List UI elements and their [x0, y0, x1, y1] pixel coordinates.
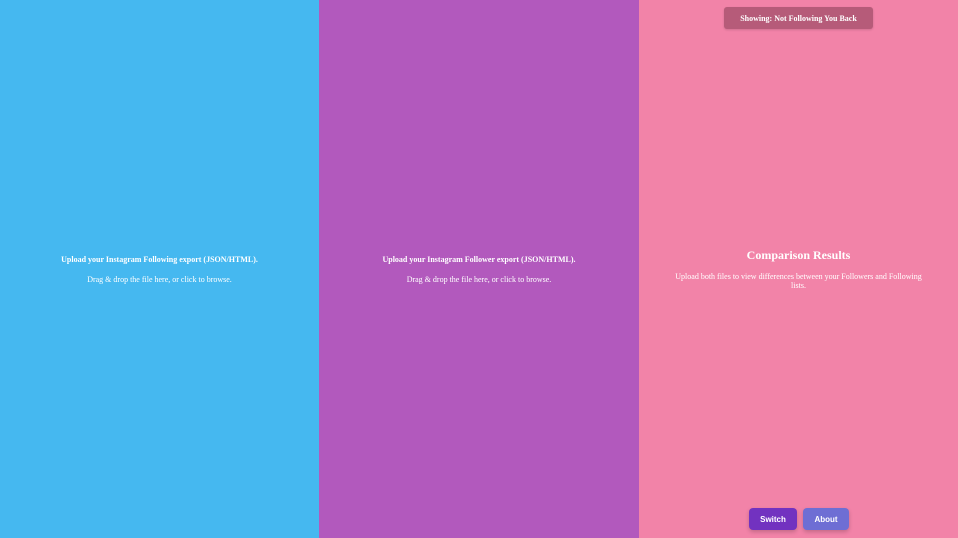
following-upload-dropzone[interactable]: Upload your Instagram Following export (…	[0, 0, 319, 538]
follower-upload-title: Upload your Instagram Follower export (J…	[382, 254, 576, 264]
following-upload-hint: Drag & drop the file here, or click to b…	[87, 274, 232, 284]
follower-upload-hint: Drag & drop the file here, or click to b…	[406, 274, 552, 284]
results-title: Comparison Results	[746, 247, 851, 262]
following-upload-title: Upload your Instagram Following export (…	[61, 254, 258, 264]
bottom-button-bar: Switch About	[639, 508, 958, 530]
switch-button[interactable]: Switch	[749, 508, 797, 530]
comparison-results-panel: Showing: Not Following You Back Comparis…	[639, 0, 958, 538]
app-container: Upload your Instagram Following export (…	[0, 0, 958, 538]
follower-upload-dropzone[interactable]: Upload your Instagram Follower export (J…	[319, 0, 639, 538]
about-button[interactable]: About	[803, 508, 849, 530]
results-description: Upload both files to view differences be…	[675, 271, 922, 290]
filter-toggle-badge[interactable]: Showing: Not Following You Back	[724, 7, 873, 29]
